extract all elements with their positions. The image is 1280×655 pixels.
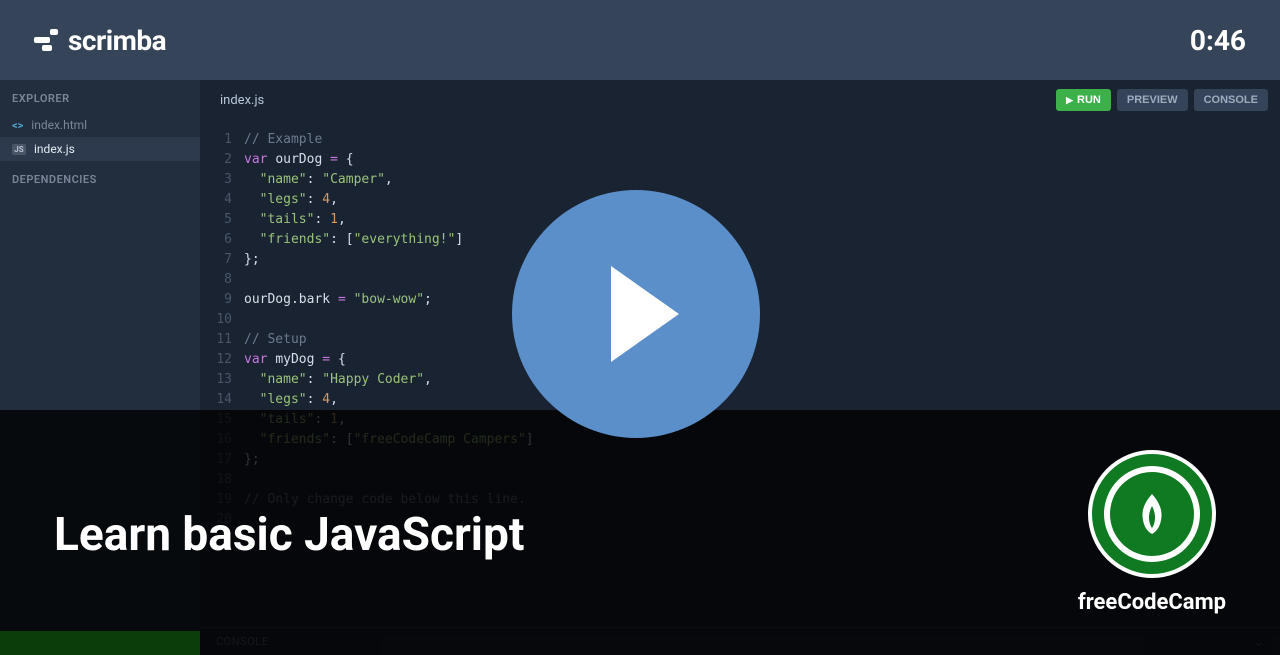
editor-toolbar: ▶ RUN PREVIEW CONSOLE xyxy=(1056,89,1268,111)
file-item-label: index.js xyxy=(34,142,75,156)
preview-button-label: PREVIEW xyxy=(1127,94,1178,106)
author-badge[interactable]: freeCodeCamp xyxy=(1078,450,1226,615)
lesson-title: Learn basic JavaScript xyxy=(54,508,524,562)
file-explorer-sidebar: EXPLORER <> index.html JS index.js DEPENDEN… xyxy=(0,80,200,655)
file-item-label: index.html xyxy=(31,118,87,132)
explorer-heading: EXPLORER xyxy=(0,80,200,113)
editor-tabbar: index.js ▶ RUN PREVIEW CONSOLE xyxy=(200,80,1280,120)
preview-button[interactable]: PREVIEW xyxy=(1117,89,1188,111)
author-avatar xyxy=(1088,450,1216,578)
video-timestamp: 0:46 xyxy=(1190,24,1246,57)
console-panel-header[interactable]: CONSOLE ⌄ xyxy=(200,627,1280,655)
js-file-icon: JS xyxy=(12,144,26,155)
video-progress-bar[interactable] xyxy=(0,631,200,655)
scrimba-logo-icon xyxy=(34,29,58,51)
brand-logo[interactable]: scrimba xyxy=(34,24,166,57)
dependencies-heading: DEPENDENCIES xyxy=(0,161,200,194)
brand-name: scrimba xyxy=(68,24,166,57)
play-icon: ▶ xyxy=(1066,95,1073,106)
run-button[interactable]: ▶ RUN xyxy=(1056,89,1111,111)
console-button-label: CONSOLE xyxy=(1204,94,1258,106)
active-tab-label[interactable]: index.js xyxy=(220,93,264,108)
play-icon xyxy=(611,266,679,362)
freecodecamp-flame-icon xyxy=(1135,492,1169,536)
top-header: scrimba 0:46 xyxy=(0,0,1280,80)
console-button[interactable]: CONSOLE xyxy=(1194,89,1268,111)
author-name: freeCodeCamp xyxy=(1078,590,1226,615)
console-panel-label: CONSOLE xyxy=(216,635,268,648)
run-button-label: RUN xyxy=(1077,94,1101,106)
chevron-down-icon: ⌄ xyxy=(1253,635,1264,649)
file-item-index-js[interactable]: JS index.js xyxy=(0,137,200,161)
html-file-icon: <> xyxy=(12,119,23,132)
play-video-button[interactable] xyxy=(512,190,760,438)
file-item-index-html[interactable]: <> index.html xyxy=(0,113,200,137)
